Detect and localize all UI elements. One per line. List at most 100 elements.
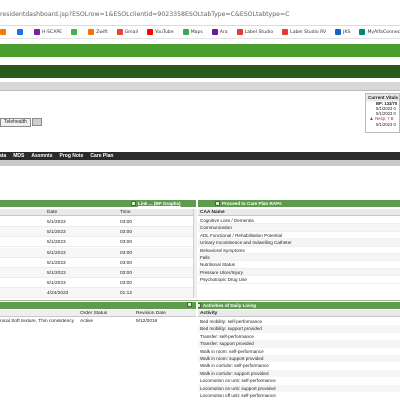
- row-time: 03:00: [120, 281, 133, 287]
- col-caa-name: CAA Name: [200, 210, 225, 215]
- vitals-table-header: Date Time: [0, 209, 193, 216]
- caa-item[interactable]: Psychotropic Drug Use: [198, 276, 400, 284]
- table-row[interactable]: 5/1/2023 03:00: [0, 247, 193, 258]
- bookmark-item[interactable]: Label Studio RV: [282, 29, 326, 35]
- bookmark-label: Ara: [219, 29, 228, 35]
- table-row[interactable]: 5/1/2023 03:00: [0, 217, 193, 227]
- telehealth-button[interactable]: Telehealth: [0, 118, 31, 127]
- bookmark-item[interactable]: Gmail: [116, 29, 138, 35]
- col-revision-date: Revision Date: [136, 311, 166, 316]
- bookmark-icon: [211, 29, 218, 35]
- row-date: 5/1/2023: [47, 260, 66, 266]
- adl-item[interactable]: Bed mobility: support provided: [198, 325, 400, 333]
- caa-item[interactable]: Pressure Ulcer/Injury: [198, 268, 400, 277]
- table-row[interactable]: 5/1/2023 03:00: [0, 258, 193, 268]
- resident-info-bar: [0, 82, 400, 91]
- row-time: 03:00: [120, 250, 133, 256]
- app-icon: [0, 29, 6, 35]
- tab-4[interactable]: Care Plan: [90, 153, 113, 159]
- adl-item[interactable]: Walk in corridor: self-performance: [198, 362, 400, 369]
- orders-section-header: [0, 302, 196, 309]
- gmail-icon: [116, 29, 123, 35]
- bookmark-label: YouTube: [155, 29, 174, 35]
- bookmark-item[interactable]: H-SCAPE: [34, 29, 62, 35]
- bookmark-item[interactable]: Label Studio: [236, 29, 274, 35]
- adl-item[interactable]: Transfer: self-performance: [198, 333, 400, 340]
- table-row[interactable]: 5/1/2023 03:00: [0, 268, 193, 278]
- table-row[interactable]: 5/1/2023 03:00: [0, 278, 193, 289]
- bookmark-item[interactable]: Maps: [182, 29, 203, 35]
- bookmark-label: H-SCAPE: [42, 29, 63, 35]
- bookmark-label: Label Studio RV: [290, 29, 327, 35]
- vitals-scrollbar[interactable]: [193, 209, 197, 298]
- adl-item[interactable]: Locomotion on unit: self-performance: [198, 377, 400, 384]
- caa-item[interactable]: Urinary Incontinence and Indwelling Cath…: [198, 239, 400, 247]
- orders-icon[interactable]: [187, 302, 192, 307]
- tab-3[interactable]: Prog Note: [59, 153, 83, 159]
- tab-subbar: [0, 160, 400, 166]
- bookmark-icon: [34, 29, 40, 35]
- adl-table-header: Activity: [198, 310, 400, 317]
- bookmark-item[interactable]: [17, 29, 25, 35]
- care-plan-icon[interactable]: [215, 200, 220, 206]
- caa-item[interactable]: Falls: [198, 254, 400, 262]
- caa-item[interactable]: Nutritional Status: [198, 261, 400, 269]
- youtube-icon: [147, 29, 153, 35]
- adl-item[interactable]: Locomotion off unit: self-performance: [198, 392, 400, 399]
- bookmark-icon: [335, 29, 342, 35]
- bp-graphs-link[interactable]: Link ... (BP Graphs): [138, 201, 181, 206]
- graph-icon[interactable]: [131, 200, 136, 206]
- tab-1[interactable]: MDS: [13, 153, 24, 159]
- order-revision-date: 9/12/2016: [136, 319, 158, 324]
- bookmarks-bar: H-SCAPE Zwift Gmail YouTube Maps Ara Label Stu…: [0, 26, 400, 39]
- bookmark-label: Label Studio: [244, 29, 274, 35]
- proceed-care-plan-link[interactable]: Proceed to Care Plan RAPs: [222, 201, 282, 206]
- bookmark-item[interactable]: JKS: [335, 29, 350, 35]
- adl-item[interactable]: Walk in room: support provided: [198, 355, 400, 363]
- orders-table-header: Order Status Revision Date: [0, 310, 196, 317]
- table-row[interactable]: 5/1/2023 03:00: [0, 227, 193, 238]
- bookmark-item[interactable]: Zwift: [88, 29, 108, 35]
- tab-2[interactable]: Assmnts: [31, 153, 52, 159]
- caa-item[interactable]: Communication: [198, 224, 400, 232]
- row-time: 03:00: [120, 240, 133, 246]
- bookmark-item[interactable]: Ara: [211, 29, 228, 35]
- bookmark-icon: [236, 29, 243, 35]
- bookmark-item[interactable]: MyAlfaConnect - Y...: [359, 29, 400, 35]
- table-row[interactable]: 5/1/2023 03:00: [0, 237, 193, 248]
- table-row[interactable]: 4/24/2023 01:12: [0, 288, 193, 299]
- adl-item[interactable]: Locomotion on unit: support provided: [198, 384, 400, 392]
- adl-item[interactable]: Walk in corridor: support provided: [198, 369, 400, 378]
- dashboard-tabs: ata MDS Assmnts Prog Note Care Plan: [0, 152, 400, 160]
- caa-item[interactable]: ADL Functional / Rehabilitation Potentia…: [198, 232, 400, 240]
- bookmark-icon: [359, 29, 366, 35]
- browser-address-bar[interactable]: residentdashboard.jsp?ESOLrow=1&ESOLclie…: [0, 0, 400, 26]
- bookmark-item[interactable]: [0, 29, 8, 35]
- telehealth-extra-button[interactable]: [32, 118, 42, 126]
- tab-0[interactable]: ata: [0, 153, 6, 159]
- bookmark-item[interactable]: YouTube: [147, 29, 174, 35]
- adl-item[interactable]: Transfer: support provided: [198, 340, 400, 348]
- row-date: 4/24/2023: [47, 291, 69, 297]
- bookmark-label: Maps: [190, 29, 203, 35]
- bookmark-item[interactable]: [71, 29, 79, 35]
- vitals-resp-label: Resp: 7 B: [375, 116, 394, 121]
- adl-item[interactable]: Walk in room: self-performance: [198, 348, 400, 355]
- adl-item[interactable]: Bed mobility: self-performance: [198, 318, 400, 325]
- caa-table-header: CAA Name: [198, 209, 400, 216]
- row-time: 03:00: [120, 271, 133, 276]
- vitals-resp-date: 5/1/2023 0: [376, 122, 396, 127]
- row-date: 5/1/2023: [47, 220, 66, 225]
- adl-icon[interactable]: [198, 302, 201, 308]
- warning-icon: ▲: [369, 116, 374, 122]
- url-text[interactable]: residentdashboard.jsp?ESOLrow=1&ESOLclie…: [0, 11, 289, 18]
- caa-item[interactable]: Cognitive Loss / Dementia: [198, 217, 400, 225]
- order-status: Active: [80, 319, 94, 324]
- row-time: 01:12: [120, 291, 133, 297]
- order-description: nical Soft texture, Thin consistency: [0, 319, 75, 324]
- caa-item[interactable]: Behavioral Symptoms: [198, 247, 400, 254]
- bookmark-label: JKS: [343, 29, 351, 35]
- row-date: 5/1/2023: [47, 271, 66, 276]
- row-date: 5/1/2023: [47, 230, 66, 236]
- app-icon: [17, 29, 23, 35]
